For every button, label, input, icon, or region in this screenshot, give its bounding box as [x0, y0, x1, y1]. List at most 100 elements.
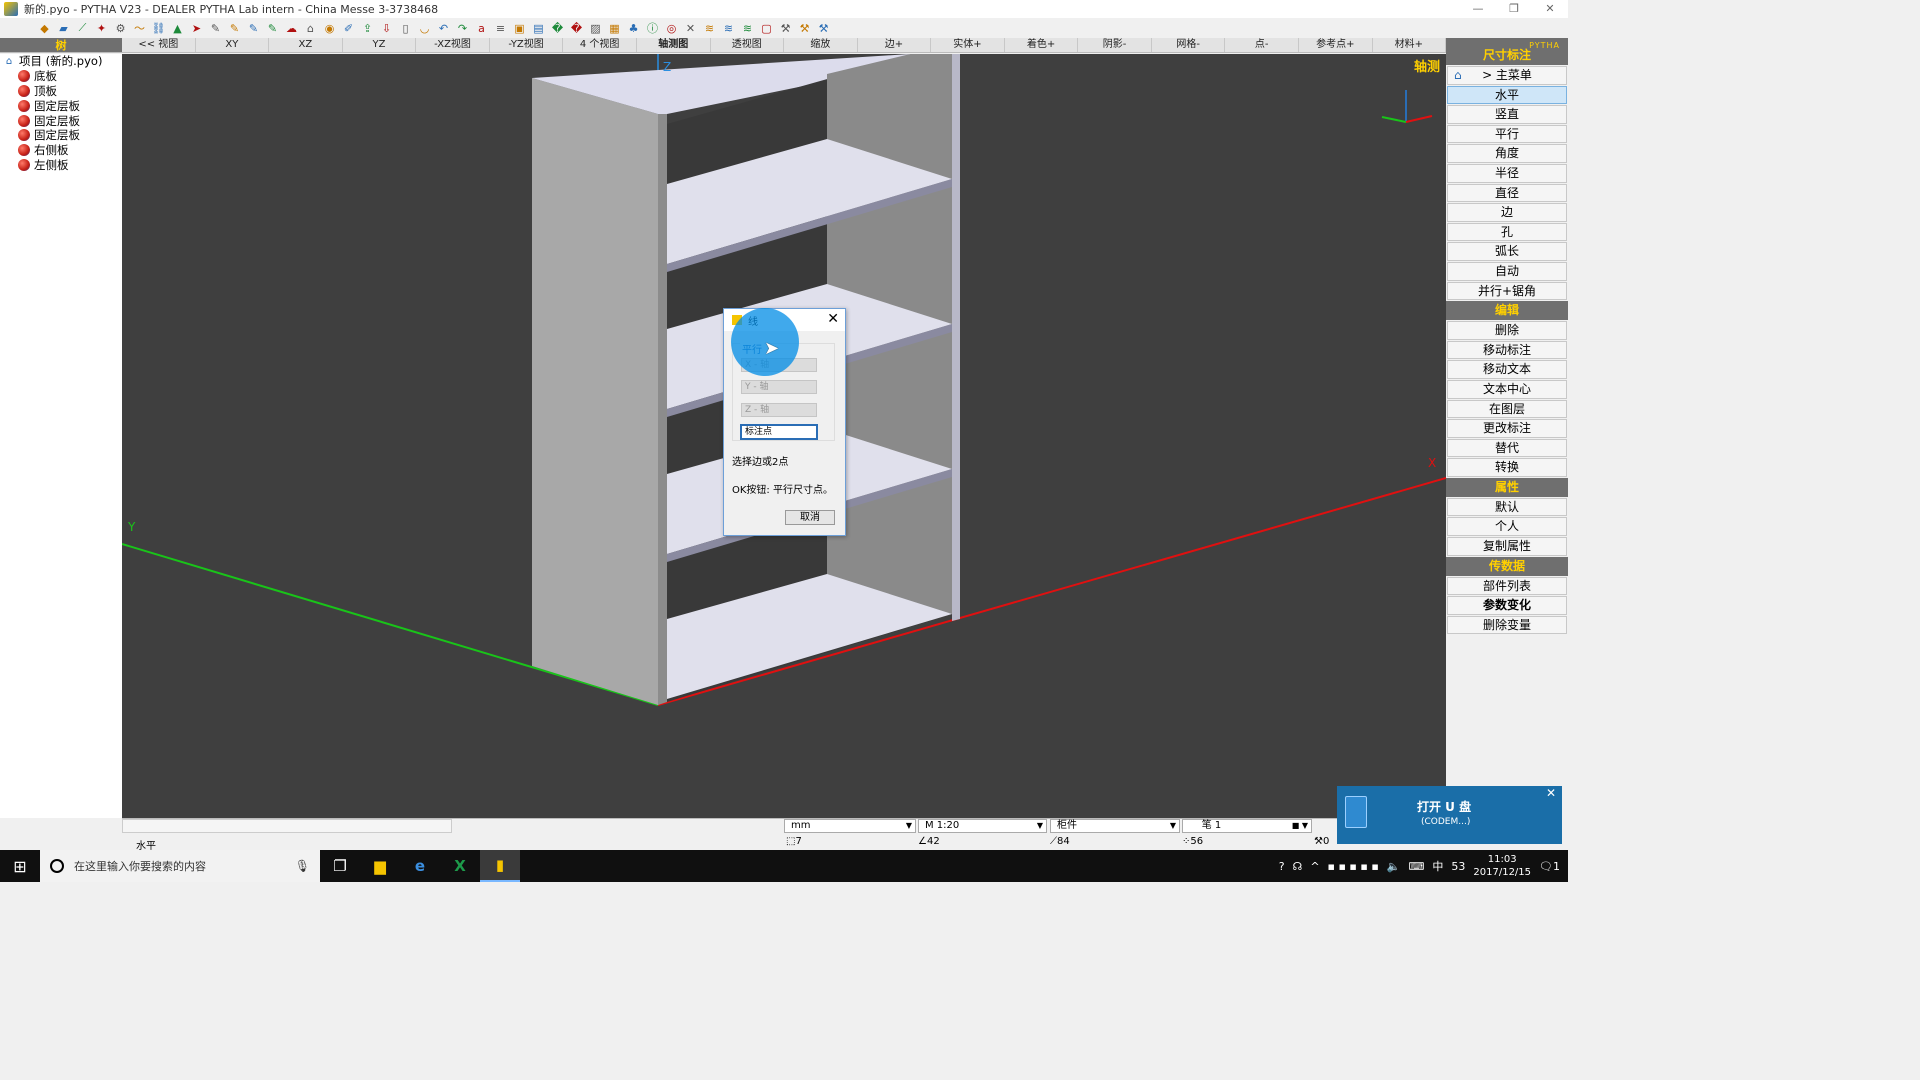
y-axis-field[interactable]: Y - 轴 — [741, 380, 817, 394]
100-icon[interactable]: ▣ — [511, 20, 528, 36]
status-input[interactable] — [122, 819, 452, 833]
scale-select[interactable]: M 1:20 ▼ — [918, 819, 1047, 833]
dim-button-8[interactable]: 弧长 — [1447, 242, 1567, 261]
close-button[interactable]: ✕ — [1532, 0, 1568, 18]
mode-select[interactable]: 柜件 ▼ — [1050, 819, 1180, 833]
star-icon[interactable]: ✦ — [93, 20, 110, 36]
tool2-icon[interactable]: ⚒ — [777, 20, 794, 36]
box-icon[interactable]: ≋ — [739, 20, 756, 36]
attr-button-2[interactable]: 复制属性 — [1447, 537, 1567, 556]
view-tab-7[interactable]: 轴测图 — [637, 38, 711, 52]
edit-button-0[interactable]: 删除 — [1447, 321, 1567, 340]
view-tab-16[interactable]: 参考点+ — [1299, 38, 1373, 52]
tree-item[interactable]: 右侧板 — [0, 143, 122, 158]
tree-icon[interactable]: ▦ — [606, 20, 623, 36]
view-tab-5[interactable]: -YZ视图 — [490, 38, 564, 52]
tool-icon[interactable]: ▢ — [758, 20, 775, 36]
dim-button-1[interactable]: 竖直 — [1447, 105, 1567, 124]
notification-icon[interactable]: 🗨1 — [1539, 860, 1560, 873]
edge-icon[interactable]: e — [400, 850, 440, 882]
keyboard-icon[interactable]: ⌨ — [1409, 860, 1425, 873]
tree-item[interactable]: 固定层板 — [0, 98, 122, 113]
view-tab-9[interactable]: 缩放 — [784, 38, 858, 52]
view-tab-8[interactable]: 透视图 — [711, 38, 785, 52]
tree-item[interactable]: 固定层板 — [0, 128, 122, 143]
tray-badge[interactable]: 53 — [1451, 860, 1465, 873]
clock[interactable]: 11:03 2017/12/15 — [1473, 853, 1531, 879]
attr-button-0[interactable]: 默认 — [1447, 497, 1567, 517]
edit-button-6[interactable]: 替代 — [1447, 438, 1567, 458]
taskbar-search[interactable]: 在这里输入你要搜索的内容 🎙 — [40, 850, 320, 882]
toast-close-button[interactable]: ✕ — [1546, 786, 1556, 800]
pen-select[interactable]: 笔 1 ■ ▼ — [1182, 819, 1312, 833]
ime-indicator[interactable]: 中 — [1432, 858, 1443, 874]
paint-icon[interactable]: ▲ — [169, 20, 186, 36]
brush4-icon[interactable]: ✎ — [264, 20, 281, 36]
point-field[interactable]: 标注点 — [740, 424, 818, 440]
attr-icon[interactable]: a — [473, 20, 490, 36]
microphone-icon[interactable]: 🎙 — [295, 859, 310, 873]
restore-button[interactable]: ❐ — [1496, 0, 1532, 18]
pen-icon[interactable]: ✐ — [340, 20, 357, 36]
view-tab-3[interactable]: YZ — [343, 38, 417, 52]
windows-start-button[interactable]: ⊞ — [0, 850, 40, 882]
tree-root[interactable]: ⌂ 项目 (新的.pyo) — [0, 54, 122, 69]
usb-toast[interactable]: 打开 U 盘 (CODEM...) ✕ — [1337, 786, 1562, 844]
cup-icon[interactable]: ◡ — [416, 20, 433, 36]
gear-icon[interactable]: ⚙ — [112, 20, 129, 36]
view-tab-12[interactable]: 着色+ — [1005, 38, 1079, 52]
brush3-icon[interactable]: ✎ — [245, 20, 262, 36]
view-tab-6[interactable]: 4 个视图 — [563, 38, 637, 52]
edit-button-3[interactable]: 文本中心 — [1447, 379, 1567, 399]
view-tab-4[interactable]: -XZ视图 — [416, 38, 490, 52]
view-tab-11[interactable]: 实体+ — [931, 38, 1005, 52]
edit-button-4[interactable]: 在图层 — [1447, 399, 1567, 419]
scissors-icon[interactable]: ⚒ — [815, 20, 832, 36]
tree-item[interactable]: 底板 — [0, 69, 122, 84]
main-menu-button[interactable]: ⌂ > 主菜单 — [1447, 66, 1567, 85]
brush2-icon[interactable]: ✎ — [226, 20, 243, 36]
brush-icon[interactable]: ✎ — [207, 20, 224, 36]
view-tab-14[interactable]: 网格- — [1152, 38, 1226, 52]
undo-icon[interactable]: ↶ — [435, 20, 452, 36]
stack3-icon[interactable]: ≋ — [720, 20, 737, 36]
people-icon[interactable]: ☊ — [1293, 860, 1303, 873]
z-axis-field[interactable]: Z - 轴 — [741, 403, 817, 417]
import-icon[interactable]: ⇩ — [378, 20, 395, 36]
edit-button-5[interactable]: 更改标注 — [1447, 419, 1567, 438]
dim-button-4[interactable]: 半径 — [1447, 163, 1567, 183]
tray-app-icons[interactable]: ▪ ▪ ▪ ▪ ▪ — [1328, 860, 1379, 873]
hatch-icon[interactable]: � — [568, 20, 585, 36]
data-button-2[interactable]: 删除变量 — [1447, 615, 1567, 635]
dim-button-10[interactable]: 并行+锯角 — [1447, 281, 1567, 301]
view-tab-17[interactable]: 材料+ — [1373, 38, 1447, 52]
view-tab-10[interactable]: 边+ — [858, 38, 932, 52]
attr-button-1[interactable]: 个人 — [1447, 517, 1567, 537]
table-icon[interactable]: ▤ — [530, 20, 547, 36]
minimize-button[interactable]: — — [1460, 0, 1496, 18]
book-icon[interactable]: � — [549, 20, 566, 36]
dim-button-7[interactable]: 孔 — [1447, 222, 1567, 242]
tool3-icon[interactable]: ⚒ — [796, 20, 813, 36]
dim-button-0[interactable]: 水平 — [1447, 85, 1567, 105]
line-icon[interactable]: ⟋ — [74, 20, 91, 36]
info-icon[interactable]: ♣ — [625, 20, 642, 36]
arrow-icon[interactable]: ➤ — [188, 20, 205, 36]
dim-button-6[interactable]: 边 — [1447, 203, 1567, 222]
help-icon[interactable]: ? — [1279, 860, 1285, 873]
file-explorer-icon[interactable]: ▆ — [360, 850, 400, 882]
tray-expand-icon[interactable]: ^ — [1310, 860, 1319, 873]
view-tab-13[interactable]: 阴影- — [1078, 38, 1152, 52]
curve-icon[interactable]: 〜 — [131, 20, 148, 36]
view-tab-15[interactable]: 点- — [1225, 38, 1299, 52]
cloud-icon[interactable]: ☁ — [283, 20, 300, 36]
excel-icon[interactable]: X — [440, 850, 480, 882]
link-icon[interactable]: ⛓ — [150, 20, 167, 36]
volume-icon[interactable]: 🔈 — [1387, 860, 1401, 873]
view-tab-0[interactable]: << 视图 — [122, 38, 196, 52]
data-button-1[interactable]: 参数变化 — [1447, 596, 1567, 615]
cube-icon[interactable]: ◆ — [36, 20, 53, 36]
folder-icon[interactable]: ▰ — [55, 20, 72, 36]
stack-icon[interactable]: ✕ — [682, 20, 699, 36]
view-tab-2[interactable]: XZ — [269, 38, 343, 52]
